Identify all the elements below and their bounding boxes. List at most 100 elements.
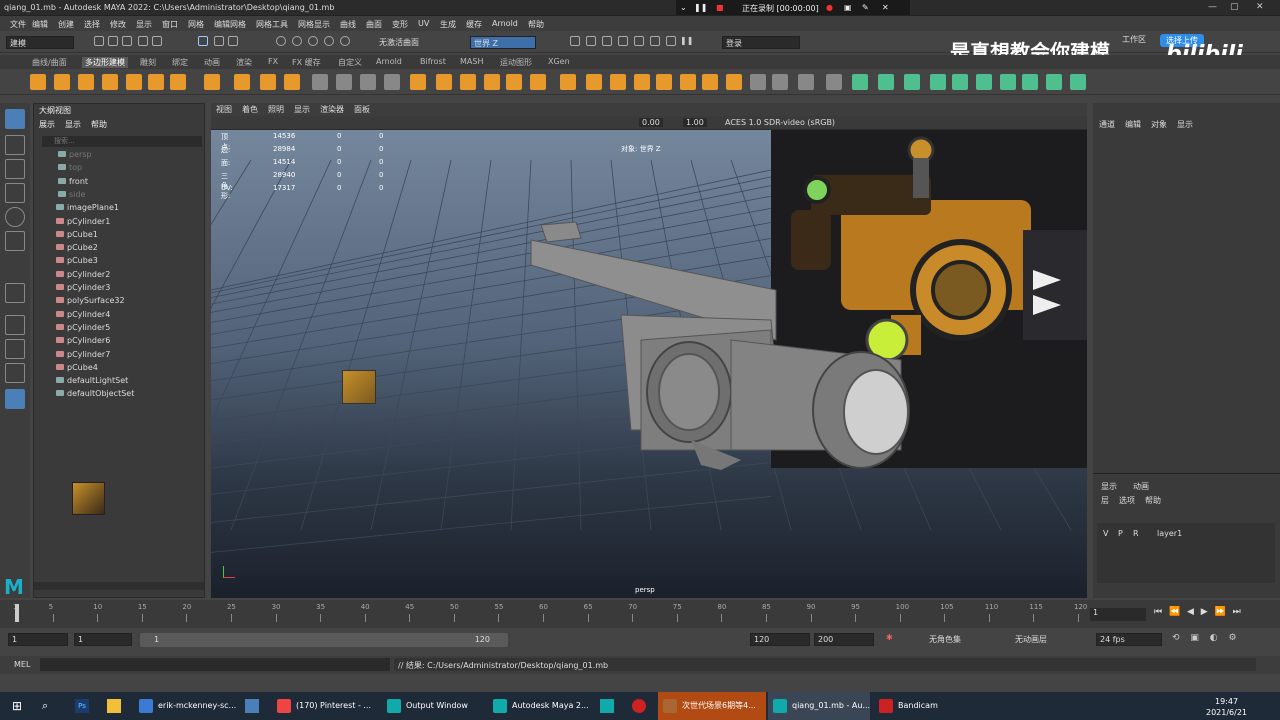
outliner-item[interactable]: defaultObjectSet [56, 389, 134, 402]
menu-display[interactable]: 显示 [136, 19, 152, 30]
vp-menu-show[interactable]: 显示 [294, 104, 310, 115]
menu-mesh[interactable]: 网格 [188, 19, 204, 30]
snap-surface-icon[interactable] [340, 36, 350, 46]
shelf-tool-icon[interactable] [102, 74, 118, 90]
playback-options-icons[interactable]: ⟲ ▣ ◐ ⚙ [1172, 633, 1241, 643]
shelf-tool-icon[interactable] [976, 74, 992, 90]
menu-edit[interactable]: 编辑 [32, 19, 48, 30]
layout-grid-icon[interactable] [5, 339, 25, 359]
snap-view-icon[interactable] [324, 36, 334, 46]
shelf-tab-bifrost[interactable]: Bifrost [420, 57, 446, 66]
app-icon-3[interactable] [632, 699, 646, 713]
camera-icon[interactable]: ▣ [844, 3, 852, 12]
playback-end-field[interactable]: 120 [750, 633, 810, 646]
vp-menu-panels[interactable]: 面板 [354, 104, 370, 115]
taskbar-item[interactable]: (170) Pinterest - ... [272, 692, 378, 720]
render-view-icon[interactable] [634, 36, 644, 46]
outliner-item[interactable]: imagePlane1 [56, 203, 119, 216]
search-icon[interactable]: ⌕ [42, 699, 48, 713]
shelf-tab-fx[interactable]: FX [268, 57, 278, 66]
arnold-icon[interactable] [666, 36, 676, 46]
shelf-tool-icon[interactable] [1022, 74, 1038, 90]
outliner-item[interactable]: pCylinder5 [56, 323, 110, 336]
shelf-tool-icon[interactable] [436, 74, 452, 90]
anim-layer-dropdown[interactable]: 无动画层 [1012, 633, 1092, 646]
mel-input[interactable] [40, 658, 390, 671]
shelf-tab-fx-cache[interactable]: FX 缓存 [292, 57, 321, 68]
menu-help[interactable]: 帮助 [528, 19, 544, 30]
outliner-search-input[interactable]: 搜索... [42, 136, 202, 147]
shelf-tool-icon[interactable] [1046, 74, 1062, 90]
shelf-tool-icon[interactable] [772, 74, 788, 90]
fps-dropdown[interactable]: 24 fps [1096, 633, 1162, 646]
shelf-tab-xgen[interactable]: XGen [548, 57, 570, 66]
outliner-menu-show[interactable]: 展示 [39, 119, 55, 130]
outliner-item[interactable]: top [58, 163, 82, 176]
outliner-menu-display[interactable]: 显示 [65, 119, 81, 130]
taskbar-item[interactable]: qiang_01.mb - Au... [768, 692, 870, 720]
outliner-item[interactable]: pCube3 [56, 256, 98, 269]
character-set-dropdown[interactable]: 无角色集 [926, 633, 1006, 646]
photoshop-icon[interactable]: Ps [75, 699, 89, 713]
windows-start-icon[interactable]: ⊞ [12, 699, 22, 713]
shelf-tool-icon[interactable] [284, 74, 300, 90]
select-tool-icon[interactable] [5, 109, 25, 129]
taskbar-item[interactable]: Output Window [382, 692, 482, 720]
new-scene-icon[interactable] [94, 36, 104, 46]
layer-menu-layers[interactable]: 层 [1101, 495, 1109, 506]
anim-end-field[interactable]: 200 [814, 633, 874, 646]
four-view-icon[interactable] [5, 315, 25, 335]
shelf-tool-icon[interactable] [312, 74, 328, 90]
menu-file[interactable]: 文件 [10, 19, 26, 30]
outliner-item[interactable]: pCube4 [56, 363, 98, 376]
outliner-item[interactable]: persp [58, 150, 92, 163]
shelf-tab-curves[interactable]: 曲线/曲面 [32, 57, 67, 68]
shelf-tool-icon[interactable] [336, 74, 352, 90]
shelf-tool-icon[interactable] [634, 74, 650, 90]
shelf-tab-rendering[interactable]: 渲染 [236, 57, 252, 68]
scale-tool-icon[interactable] [5, 231, 25, 251]
snap-grid-icon[interactable] [276, 36, 286, 46]
shelf-tool-icon[interactable] [530, 74, 546, 90]
shelf-tool-icon[interactable] [360, 74, 376, 90]
shelf-tool-icon[interactable] [260, 74, 276, 90]
layer-render-toggle[interactable]: R [1133, 529, 1139, 538]
menu-surfaces[interactable]: 曲面 [366, 19, 382, 30]
menu-window[interactable]: 窗口 [162, 19, 178, 30]
layer-playback-toggle[interactable]: P [1118, 529, 1123, 538]
outliner-item[interactable]: polySurface32 [56, 296, 125, 309]
keyframe-icon[interactable]: ✱ [886, 633, 893, 642]
outliner-scrollbar[interactable] [34, 582, 204, 590]
app-icon[interactable] [245, 699, 259, 713]
shelf-tab-rigging[interactable]: 绑定 [172, 57, 188, 68]
taskbar-item[interactable]: erik-mckenney-sc... [134, 692, 246, 720]
rec-icon[interactable]: ■ [716, 3, 724, 12]
outliner-item[interactable]: defaultLightSet [56, 376, 128, 389]
select-component-icon[interactable] [228, 36, 238, 46]
shelf-tool-icon[interactable] [680, 74, 696, 90]
mode-dropdown[interactable]: 建模 [6, 36, 74, 49]
shelf-tool-icon[interactable] [610, 74, 626, 90]
shelf-tool-icon[interactable] [384, 74, 400, 90]
shelf-tool-icon[interactable] [750, 74, 766, 90]
playback-start-field[interactable]: 1 [74, 633, 132, 646]
pause-icon[interactable]: ❚❚ [694, 3, 707, 12]
rotate-tool-icon[interactable] [5, 207, 25, 227]
snap-curve-icon[interactable] [292, 36, 302, 46]
shelf-tool-icon[interactable] [702, 74, 718, 90]
shelf-tool-icon[interactable] [78, 74, 94, 90]
layout-split-icon[interactable] [5, 363, 25, 383]
outliner-layout-icon[interactable] [5, 389, 25, 409]
shelf-tab-motion[interactable]: 运动图形 [500, 57, 532, 68]
channel-menu-channels[interactable]: 通道 [1099, 119, 1115, 130]
vp-menu-view[interactable]: 视图 [216, 104, 232, 115]
shelf-tool-icon[interactable] [506, 74, 522, 90]
taskbar-item[interactable]: Autodesk Maya 2... [488, 692, 594, 720]
stop-icon[interactable]: ● [826, 3, 833, 12]
lasso-tool-icon[interactable] [5, 135, 25, 155]
taskbar-item[interactable]: 次世代场景6期等4... [658, 692, 766, 720]
shelf-tool-icon[interactable] [1070, 74, 1086, 90]
layer-tab-display[interactable]: 显示 [1101, 481, 1117, 492]
layer-name[interactable]: layer1 [1157, 529, 1182, 538]
workspace-label[interactable]: 工作区 [1122, 34, 1146, 45]
